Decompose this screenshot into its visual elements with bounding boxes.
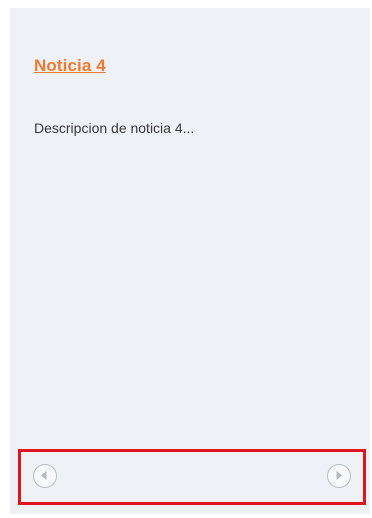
previous-button[interactable] [33, 464, 57, 488]
news-description: Descripcion de noticia 4... [34, 120, 195, 136]
news-panel: Noticia 4 Descripcion de noticia 4... [10, 8, 370, 514]
chevron-right-icon [336, 471, 342, 480]
news-title-link[interactable]: Noticia 4 [34, 56, 106, 76]
next-button[interactable] [327, 464, 351, 488]
chevron-left-icon [41, 471, 47, 480]
carousel-navigation [18, 449, 366, 505]
